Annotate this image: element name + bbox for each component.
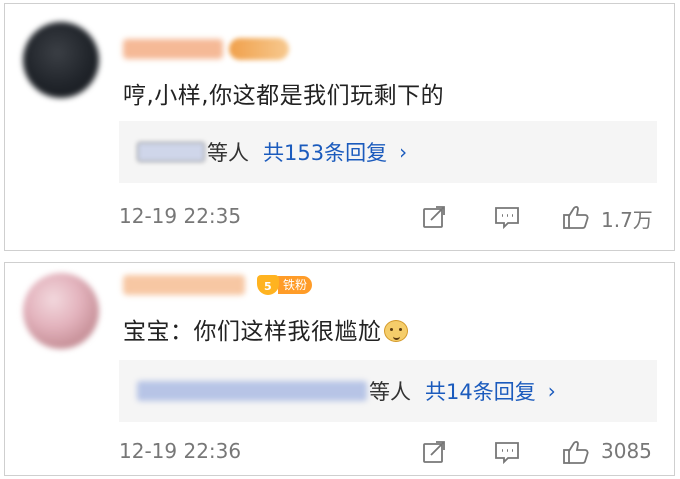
doge-emoji-icon	[383, 320, 408, 342]
comment-text-body: 宝宝：你们这样我很尴尬	[123, 319, 382, 345]
username-blurred[interactable]	[123, 275, 245, 295]
like-count: 3085	[601, 439, 652, 463]
comment-footer: 12-19 22:36 3085	[5, 437, 674, 467]
reply-suffix: 等人	[207, 141, 249, 165]
comment-card: 5 铁粉 宝宝：你们这样我很尴尬 等人 共14条回复 › 12-19 22:36…	[4, 262, 675, 476]
timestamp: 12-19 22:36	[119, 439, 242, 463]
like-count: 1.7万	[601, 208, 653, 232]
username-blurred[interactable]	[123, 39, 223, 59]
thumbs-up-icon[interactable]	[561, 202, 591, 232]
fan-label: 铁粉	[278, 276, 313, 294]
vip-badge-icon	[229, 38, 289, 60]
reply-summary[interactable]: 等人 共153条回复 ›	[119, 121, 657, 183]
avatar[interactable]	[23, 22, 99, 98]
timestamp: 12-19 22:35	[119, 204, 242, 228]
comment-icon[interactable]	[492, 202, 522, 232]
reply-suffix: 等人	[369, 380, 411, 404]
thumbs-up-icon[interactable]	[561, 437, 591, 467]
fan-level: 5	[264, 280, 272, 293]
chevron-right-icon: ›	[547, 379, 556, 403]
share-icon[interactable]	[419, 202, 449, 232]
fan-badge: 5 铁粉	[255, 273, 313, 297]
reply-summary[interactable]: 等人 共14条回复 ›	[119, 360, 657, 422]
comment-footer: 12-19 22:35 1.7万	[5, 202, 674, 232]
comment-text: 宝宝：你们这样我很尴尬	[123, 312, 408, 346]
comment-text: 哼,小样,你这都是我们玩剩下的	[123, 83, 445, 109]
share-icon[interactable]	[419, 437, 449, 467]
replier-name-blurred	[137, 142, 205, 162]
reply-count-link[interactable]: 共14条回复	[425, 376, 536, 406]
comment-icon[interactable]	[492, 437, 522, 467]
comment-card: 哼,小样,你这都是我们玩剩下的 等人 共153条回复 › 12-19 22:35…	[4, 3, 675, 251]
crown-icon: 5	[255, 273, 281, 297]
chevron-right-icon: ›	[399, 140, 408, 164]
replier-name-blurred	[137, 381, 367, 401]
reply-count-link[interactable]: 共153条回复	[263, 137, 387, 167]
avatar[interactable]	[23, 273, 99, 349]
